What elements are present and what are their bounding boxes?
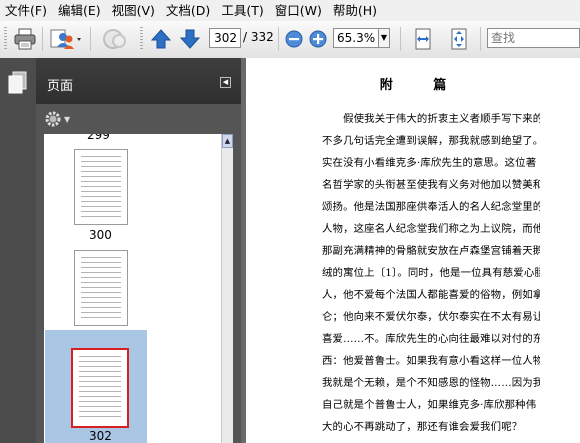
pages-panel: 页面 ◀ ▼ 299 300 301 302 ▲ [36,58,241,443]
scroll-up-button[interactable]: ▲ [222,134,233,148]
arrow-up-icon [150,29,172,49]
page-number-input[interactable]: 302 [209,28,241,48]
page-heading: 附 篇 [379,78,465,93]
text-line: 人，他不爱每个法国人都能喜爱的俗物，例如拿破 [322,289,540,301]
text-line: 颂扬。他是法国那座供奉活人的名人纪念堂里的 [322,201,540,213]
toolbar-separator [90,27,91,51]
pages-panel-header: 页面 ◀ [36,58,241,104]
text-line: 仑；他向来不爱伏尔泰，伏尔泰实在不太有易让人 [322,311,540,323]
thumbnail-list[interactable]: 299 300 301 302 [44,134,221,443]
users-icon [50,29,81,49]
text-line: 实在没有小看维克多·库欣先生的意思。这位著 [322,157,537,169]
next-page-button[interactable] [177,26,203,52]
gear-icon [45,111,61,127]
text-line: 我就是个无赖，是个不知感恩的怪物……因为我 [322,377,540,389]
menu-tools[interactable]: 工具(T) [216,0,269,21]
text-line: 绒的寓位上〔1〕。同时，他是一位具有慈爱心肠的 [322,267,540,279]
print-icon [14,28,36,50]
print-button[interactable] [12,26,38,52]
page-total: / 332 [243,30,274,44]
text-line: 假使我关于伟大的折衷主义者顺手写下来的 [322,113,540,125]
thumbnail-scrollbar[interactable]: ▲ [221,134,233,443]
fit-page-button[interactable] [446,26,472,52]
thumbnail-label: 300 [89,228,112,242]
document-page: 附 篇 假使我关于伟大的折衷主义者顺手写下来的 不多几句话完全遭到误解，那我就感… [246,58,580,443]
thumbnail-page-302[interactable] [71,348,129,428]
history-icon [103,29,126,49]
toolbar-separator [400,27,401,51]
thumbnail-label: 302 [89,429,112,443]
menu-help[interactable]: 帮助(H) [328,0,383,21]
text-line: 喜爱……不。库欣先生的心向往最难以对付的东 [322,333,540,345]
navigation-rail [0,58,36,443]
text-line: 大的心不再跳动了，那还有谁会爱我们呢？ [322,421,523,433]
text-line: 人物，这座名人纪念堂我们称之为上议院，而他的 [322,223,540,235]
history-button[interactable] [100,26,130,52]
pages-icon [8,71,27,94]
menu-view[interactable]: 视图(V) [107,0,161,21]
fit-page-icon [451,28,467,50]
panel-options-button[interactable]: ▼ [44,110,70,128]
zoom-out-button[interactable] [284,26,304,52]
text-line: 自己就是个普鲁士人，如果维克多·库欣那种伟 [322,399,537,411]
collaborate-button[interactable] [48,26,82,52]
toolbar: 302 / 332 65.3% ▼ [0,21,580,59]
menu-file[interactable]: 文件(F) [0,0,53,21]
previous-page-button[interactable] [148,26,174,52]
pages-panel-title: 页面 [47,79,74,94]
menu-edit[interactable]: 编辑(E) [53,0,107,21]
text-line: 名哲学家的头衔甚至使我有义务对他加以赞美和 [322,179,540,191]
fit-width-icon [415,28,431,50]
thumbnail-page-300[interactable] [74,149,128,225]
zoom-out-icon [285,30,303,48]
arrow-down-icon [179,29,201,49]
pages-panel-button[interactable] [7,71,29,98]
toolbar-separator [480,27,481,51]
zoom-input[interactable]: 65.3% [333,28,379,48]
chevron-down-icon: ▼ [64,114,71,124]
menu-document[interactable]: 文档(D) [161,0,216,21]
thumbnail-label: 299 [87,134,110,142]
text-line: 不多几句话完全遭到误解，那我就感到绝望了。我 [322,135,540,147]
toolbar-grip[interactable] [4,27,7,51]
zoom-in-icon [309,30,327,48]
menu-bar: 文件(F) 编辑(E) 视图(V) 文档(D) 工具(T) 窗口(W) 帮助(H… [0,0,580,22]
zoom-dropdown[interactable]: ▼ [379,28,390,48]
menu-window[interactable]: 窗口(W) [270,0,328,21]
fit-width-button[interactable] [410,26,436,52]
text-line: 西：他爱普鲁士。如果我有意小看这样一位人物， [322,355,540,367]
toolbar-separator [42,27,43,51]
toolbar-grip[interactable] [140,27,143,51]
thumbnail-page-301[interactable] [74,250,128,326]
search-input[interactable] [487,28,580,48]
collapse-panel-button[interactable]: ◀ [220,77,231,88]
text-line: 那副充满精神的骨骼就安放在卢森堡宫铺着天鹅 [322,245,540,257]
zoom-in-button[interactable] [308,26,328,52]
toolbar-separator [278,27,279,51]
